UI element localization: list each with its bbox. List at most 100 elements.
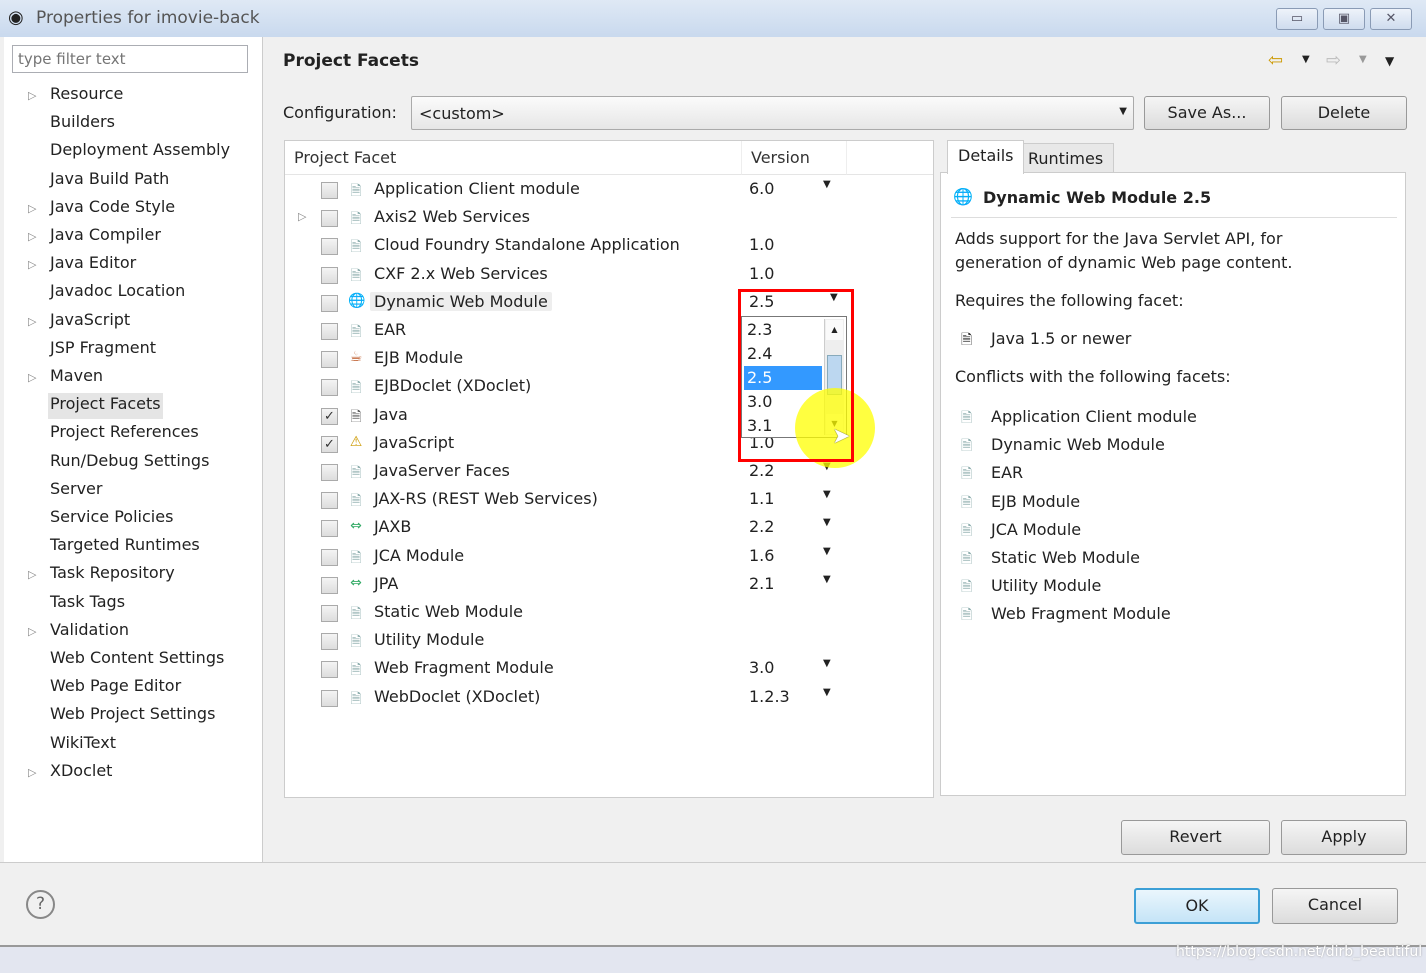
- facet-version[interactable]: 2.2: [749, 461, 774, 480]
- sidebar-item[interactable]: Resource: [48, 83, 125, 109]
- facet-checkbox[interactable]: [321, 210, 338, 228]
- expand-arrow-icon[interactable]: ▷: [298, 210, 306, 223]
- minimize-button[interactable]: ▭: [1276, 8, 1318, 30]
- column-header-facet[interactable]: Project Facet: [285, 141, 741, 175]
- sidebar-item[interactable]: Java Build Path: [48, 168, 171, 194]
- sidebar-item[interactable]: Task Tags: [48, 591, 127, 617]
- sidebar-item[interactable]: Builders: [48, 111, 117, 137]
- sidebar-item[interactable]: Task Repository: [48, 562, 177, 588]
- sidebar-item[interactable]: Project Facets: [48, 393, 163, 420]
- facet-row[interactable]: 🗎 Utility Module: [285, 627, 933, 655]
- facet-row[interactable]: 🗎 JAX-RS (REST Web Services) 1.1 ▼: [285, 486, 933, 514]
- sidebar-item[interactable]: Javadoc Location: [48, 280, 187, 306]
- forward-menu-icon[interactable]: ▼: [1359, 54, 1367, 65]
- forward-arrow-icon[interactable]: ⇨: [1326, 50, 1341, 71]
- facet-version[interactable]: 1.1: [749, 489, 774, 508]
- sidebar-item[interactable]: Service Policies: [48, 506, 175, 532]
- facet-checkbox[interactable]: [321, 520, 338, 538]
- facet-checkbox[interactable]: [321, 661, 338, 679]
- sidebar-item[interactable]: JavaScript: [48, 309, 132, 335]
- sidebar-item[interactable]: Java Editor: [48, 252, 138, 278]
- facet-checkbox[interactable]: [321, 266, 338, 284]
- facet-row[interactable]: ▷ 🗎 Axis2 Web Services: [285, 204, 933, 232]
- configuration-select[interactable]: <custom> ▼: [411, 96, 1134, 130]
- expand-arrow-icon[interactable]: ▷: [28, 766, 36, 779]
- facet-version[interactable]: 2.1: [749, 574, 774, 593]
- expand-arrow-icon[interactable]: ▷: [28, 89, 36, 102]
- save-as-button[interactable]: Save As...: [1144, 96, 1270, 130]
- view-menu-icon[interactable]: ▼: [1385, 54, 1394, 68]
- filter-input[interactable]: [12, 45, 248, 73]
- facet-row[interactable]: 🗎 Web Fragment Module 3.0 ▼: [285, 655, 933, 683]
- sidebar-item[interactable]: Run/Debug Settings: [48, 450, 211, 476]
- back-menu-icon[interactable]: ▼: [1302, 54, 1310, 65]
- sidebar-item[interactable]: Server: [48, 478, 104, 504]
- facet-row[interactable]: 🗎 JCA Module 1.6 ▼: [285, 543, 933, 571]
- chevron-down-icon[interactable]: ▼: [823, 574, 831, 585]
- facet-row[interactable]: 🗎 WebDoclet (XDoclet) 1.2.3 ▼: [285, 684, 933, 712]
- facet-version[interactable]: 1.2.3: [749, 687, 790, 706]
- facet-version[interactable]: 1.6: [749, 546, 774, 565]
- sidebar-item[interactable]: JSP Fragment: [48, 337, 158, 363]
- sidebar-item[interactable]: Targeted Runtimes: [48, 534, 202, 560]
- facet-row[interactable]: 🗎 CXF 2.x Web Services 1.0: [285, 261, 933, 289]
- facet-row[interactable]: 🗎 Cloud Foundry Standalone Application 1.0: [285, 232, 933, 260]
- chevron-down-icon[interactable]: ▼: [823, 687, 831, 698]
- expand-arrow-icon[interactable]: ▷: [28, 258, 36, 271]
- back-arrow-icon[interactable]: ⇦: [1268, 50, 1283, 71]
- sidebar-item[interactable]: Project References: [48, 421, 201, 447]
- facet-checkbox[interactable]: [321, 576, 338, 594]
- facet-row[interactable]: ⇔ JPA 2.1 ▼: [285, 571, 933, 599]
- sidebar-item[interactable]: Web Page Editor: [48, 675, 183, 701]
- expand-arrow-icon[interactable]: ▷: [28, 625, 36, 638]
- sidebar-item[interactable]: XDoclet: [48, 760, 114, 786]
- chevron-down-icon[interactable]: ▼: [823, 489, 831, 500]
- facet-row[interactable]: 🗎 Static Web Module: [285, 599, 933, 627]
- cancel-button[interactable]: Cancel: [1272, 888, 1398, 924]
- facet-checkbox[interactable]: [321, 633, 338, 651]
- facet-version[interactable]: 3.0: [749, 658, 774, 677]
- ok-button[interactable]: OK: [1134, 888, 1260, 924]
- column-header-version[interactable]: Version: [741, 141, 847, 175]
- facet-checkbox[interactable]: [321, 182, 338, 199]
- chevron-down-icon[interactable]: ▼: [823, 179, 831, 190]
- sidebar-item[interactable]: Maven: [48, 365, 105, 391]
- maximize-button[interactable]: ▣: [1323, 8, 1365, 30]
- sidebar-item[interactable]: Deployment Assembly: [48, 139, 232, 165]
- facet-version[interactable]: 2.2: [749, 517, 774, 536]
- sidebar-item[interactable]: Web Content Settings: [48, 647, 226, 673]
- facet-checkbox[interactable]: ✓: [321, 435, 338, 453]
- expand-arrow-icon[interactable]: ▷: [28, 315, 36, 328]
- close-button[interactable]: ✕: [1370, 8, 1412, 30]
- chevron-down-icon[interactable]: ▼: [823, 517, 831, 528]
- sidebar-item[interactable]: Java Code Style: [48, 196, 177, 222]
- chevron-down-icon[interactable]: ▼: [823, 546, 831, 557]
- sidebar-item[interactable]: WikiText: [48, 732, 118, 758]
- tab-runtimes[interactable]: Runtimes: [1017, 143, 1115, 173]
- delete-button[interactable]: Delete: [1281, 96, 1407, 130]
- facet-row[interactable]: 🗎 Application Client module 6.0 ▼: [285, 176, 933, 204]
- facet-row[interactable]: ⇔ JAXB 2.2 ▼: [285, 514, 933, 542]
- facet-version[interactable]: 6.0: [749, 179, 774, 198]
- expand-arrow-icon[interactable]: ▷: [28, 371, 36, 384]
- facet-checkbox[interactable]: [321, 379, 338, 397]
- facet-checkbox[interactable]: [321, 689, 338, 707]
- facet-checkbox[interactable]: [321, 323, 338, 340]
- facet-checkbox[interactable]: [321, 294, 338, 312]
- expand-arrow-icon[interactable]: ▷: [28, 230, 36, 243]
- tab-details[interactable]: Details: [947, 140, 1025, 174]
- revert-button[interactable]: Revert: [1121, 820, 1270, 855]
- sidebar-item[interactable]: Web Project Settings: [48, 703, 217, 729]
- facet-checkbox[interactable]: ✓: [321, 407, 338, 425]
- facet-checkbox[interactable]: [321, 605, 338, 622]
- facet-checkbox[interactable]: [321, 492, 338, 510]
- chevron-down-icon[interactable]: ▼: [823, 658, 831, 669]
- expand-arrow-icon[interactable]: ▷: [28, 202, 36, 215]
- sidebar-item[interactable]: Java Compiler: [48, 224, 163, 250]
- expand-arrow-icon[interactable]: ▷: [28, 568, 36, 581]
- sidebar-item[interactable]: Validation: [48, 619, 131, 645]
- help-icon[interactable]: ?: [26, 890, 55, 919]
- facet-checkbox[interactable]: [321, 351, 338, 369]
- facet-checkbox[interactable]: [321, 464, 338, 481]
- apply-button[interactable]: Apply: [1281, 820, 1407, 855]
